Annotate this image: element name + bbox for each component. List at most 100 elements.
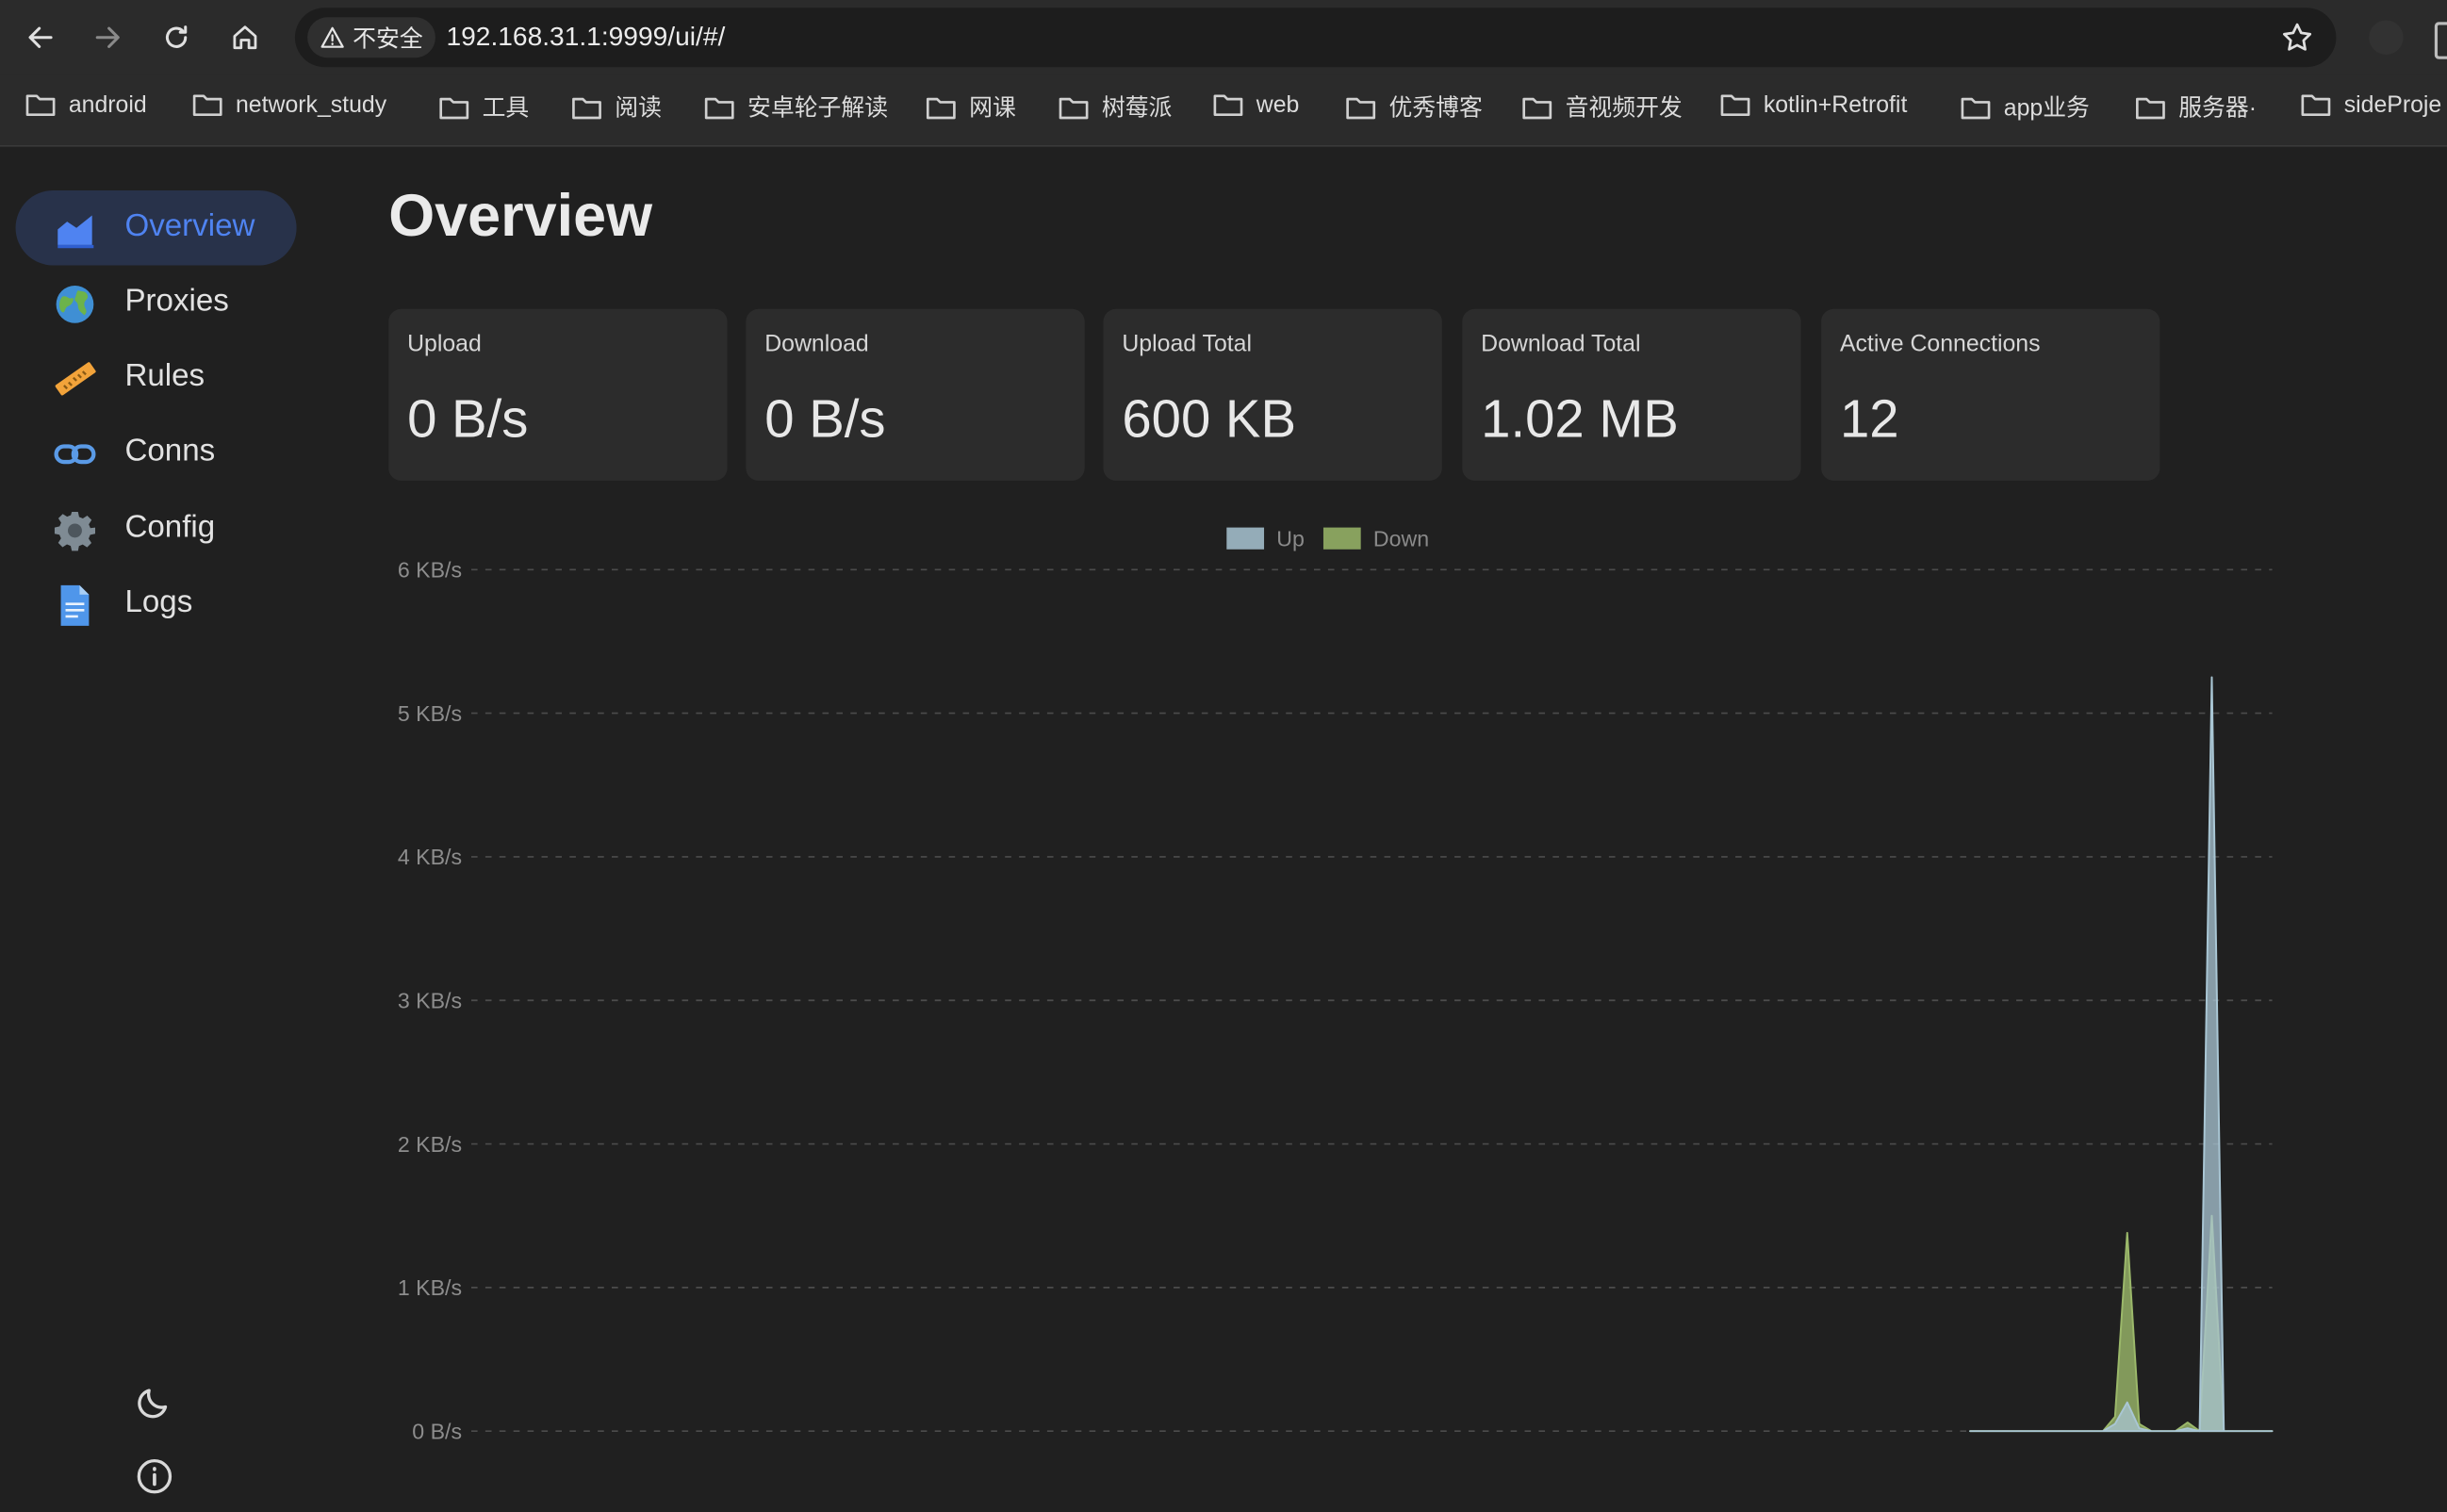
folder-icon <box>1346 96 1376 119</box>
bookmark-label: 网课 <box>969 94 1016 123</box>
warning-icon <box>320 26 344 48</box>
legend-label[interactable]: Down <box>1373 526 1429 551</box>
bookmark-item[interactable]: 阅读 <box>571 90 662 123</box>
forward-icon[interactable] <box>89 19 126 57</box>
bookmark-label: web <box>1256 90 1300 118</box>
y-tick-label: 6 KB/s <box>398 558 462 583</box>
bookmark-label: 音视频开发 <box>1565 94 1683 123</box>
bookmark-label: android <box>68 90 147 118</box>
link-icon <box>54 444 96 465</box>
moon-icon[interactable] <box>134 1381 174 1422</box>
folder-icon <box>926 96 956 119</box>
sidebar-item-overview[interactable]: Overview <box>15 189 297 266</box>
bookmark-item[interactable]: android <box>25 90 147 119</box>
stat-card-active-connections: Active Connections 12 <box>1821 308 2160 481</box>
gear-icon <box>54 512 95 551</box>
legend-swatch <box>1226 527 1265 550</box>
back-icon[interactable] <box>22 19 59 57</box>
y-tick-label: 0 B/s <box>412 1419 462 1443</box>
address-bar[interactable]: 不安全 192.168.31.1:9999/ui/#/ <box>294 8 2337 68</box>
sidebar-item-config[interactable]: Config <box>16 492 297 567</box>
folder-icon <box>25 94 56 117</box>
stat-card-download-total: Download Total 1.02 MB <box>1462 308 1801 481</box>
stat-card-upload: Upload 0 B/s <box>388 308 728 481</box>
y-tick-label: 2 KB/s <box>398 1132 462 1157</box>
sidebar-item-label: Rules <box>124 358 205 394</box>
chart-area-icon <box>57 215 94 249</box>
folder-icon <box>1961 96 1991 119</box>
bookmark-label: sideProje <box>2343 90 2442 118</box>
bookmark-item[interactable]: 工具 <box>438 90 529 123</box>
stat-value: 600 KB <box>1122 389 1297 450</box>
legend-label[interactable]: Up <box>1276 526 1305 551</box>
document-icon <box>60 584 90 626</box>
sidebar-item-label: Logs <box>124 584 193 620</box>
bookmark-item[interactable]: 优秀博客 <box>1345 90 1483 123</box>
sidebar: Overview Proxies Rules Conns Config Logs <box>0 147 343 1512</box>
sidebar-item-rules[interactable]: Rules <box>16 340 297 415</box>
sidebar-item-logs[interactable]: Logs <box>16 567 297 641</box>
security-label: 不安全 <box>353 25 423 53</box>
folder-icon <box>439 96 469 119</box>
bookmark-label: 工具 <box>482 94 530 123</box>
stat-value: 0 B/s <box>407 389 529 450</box>
stat-card-download: Download 0 B/s <box>746 308 1085 481</box>
traffic-chart: 0 B/s 1 KB/s 2 KB/s 3 KB/s 4 KB/s 5 KB/s 6 KB/… <box>398 526 2274 1443</box>
sidebar-item-label: Config <box>124 510 216 545</box>
bookmark-label: app业务 <box>2003 94 2090 123</box>
bookmark-item[interactable]: 音视频开发 <box>1521 90 1683 123</box>
home-icon[interactable] <box>226 19 264 57</box>
sidebar-item-label: Overview <box>124 208 255 244</box>
folder-icon <box>1522 96 1552 119</box>
stat-label: Upload <box>407 330 482 358</box>
bookmark-item[interactable]: 树莓派 <box>1058 90 1172 123</box>
bookmark-label: kotlin+Retrofit <box>1763 90 1908 118</box>
url-text[interactable]: 192.168.31.1:9999/ui/#/ <box>447 22 726 53</box>
folder-icon <box>1059 96 1089 119</box>
bookmark-label: 阅读 <box>615 94 663 123</box>
reload-icon[interactable] <box>157 19 195 57</box>
folder-icon <box>2301 94 2331 117</box>
bookmark-item[interactable]: web <box>1212 90 1299 119</box>
legend-swatch <box>1322 527 1361 550</box>
stat-value: 1.02 MB <box>1481 389 1679 450</box>
bookmark-item[interactable]: network_study <box>192 90 386 119</box>
bookmark-label: network_study <box>235 90 387 118</box>
extension-icon[interactable] <box>2369 20 2404 55</box>
folder-icon <box>192 94 222 117</box>
folder-icon <box>1213 94 1243 117</box>
extensions-menu-icon[interactable] <box>2434 22 2447 59</box>
stat-value: 12 <box>1839 389 1899 450</box>
sidebar-item-conns[interactable]: Conns <box>16 415 297 489</box>
page-title: Overview <box>388 184 653 250</box>
bookmark-item[interactable]: 服务器· <box>2135 90 2257 123</box>
series-area-down <box>1969 1214 2274 1433</box>
bookmarks-bar: android network_study 工具 阅读 安卓轮子解读 网课 树莓派 web 优秀… <box>0 74 2447 147</box>
sidebar-item-label: Conns <box>124 434 216 468</box>
stat-label: Upload Total <box>1122 330 1252 358</box>
y-tick-label: 4 KB/s <box>398 845 462 869</box>
stat-card-upload-total: Upload Total 600 KB <box>1103 308 1442 481</box>
browser-toolbar: 不安全 192.168.31.1:9999/ui/#/ <box>0 0 2447 75</box>
bookmark-item[interactable]: 安卓轮子解读 <box>704 90 888 123</box>
y-tick-label: 5 KB/s <box>398 701 462 726</box>
bookmark-star-icon[interactable] <box>2280 21 2314 55</box>
sidebar-item-label: Proxies <box>124 284 229 319</box>
y-tick-label: 1 KB/s <box>398 1275 462 1300</box>
folder-icon <box>1720 94 1750 117</box>
stat-value: 0 B/s <box>764 389 886 450</box>
security-chip[interactable]: 不安全 <box>307 17 435 58</box>
bookmark-item[interactable]: app业务 <box>1960 90 2090 123</box>
stat-label: Download Total <box>1481 330 1641 358</box>
bookmark-item[interactable]: sideProje <box>2300 90 2441 119</box>
stat-label: Download <box>764 330 869 358</box>
ruler-icon <box>55 362 96 396</box>
folder-icon <box>704 96 734 119</box>
info-icon[interactable] <box>134 1456 174 1497</box>
globe-icon <box>56 285 94 323</box>
bookmark-item[interactable]: 网课 <box>926 90 1016 123</box>
bookmark-item[interactable]: kotlin+Retrofit <box>1719 90 1907 119</box>
y-tick-label: 3 KB/s <box>398 989 462 1013</box>
stat-label: Active Connections <box>1839 330 2041 358</box>
sidebar-item-proxies[interactable]: Proxies <box>16 265 297 339</box>
